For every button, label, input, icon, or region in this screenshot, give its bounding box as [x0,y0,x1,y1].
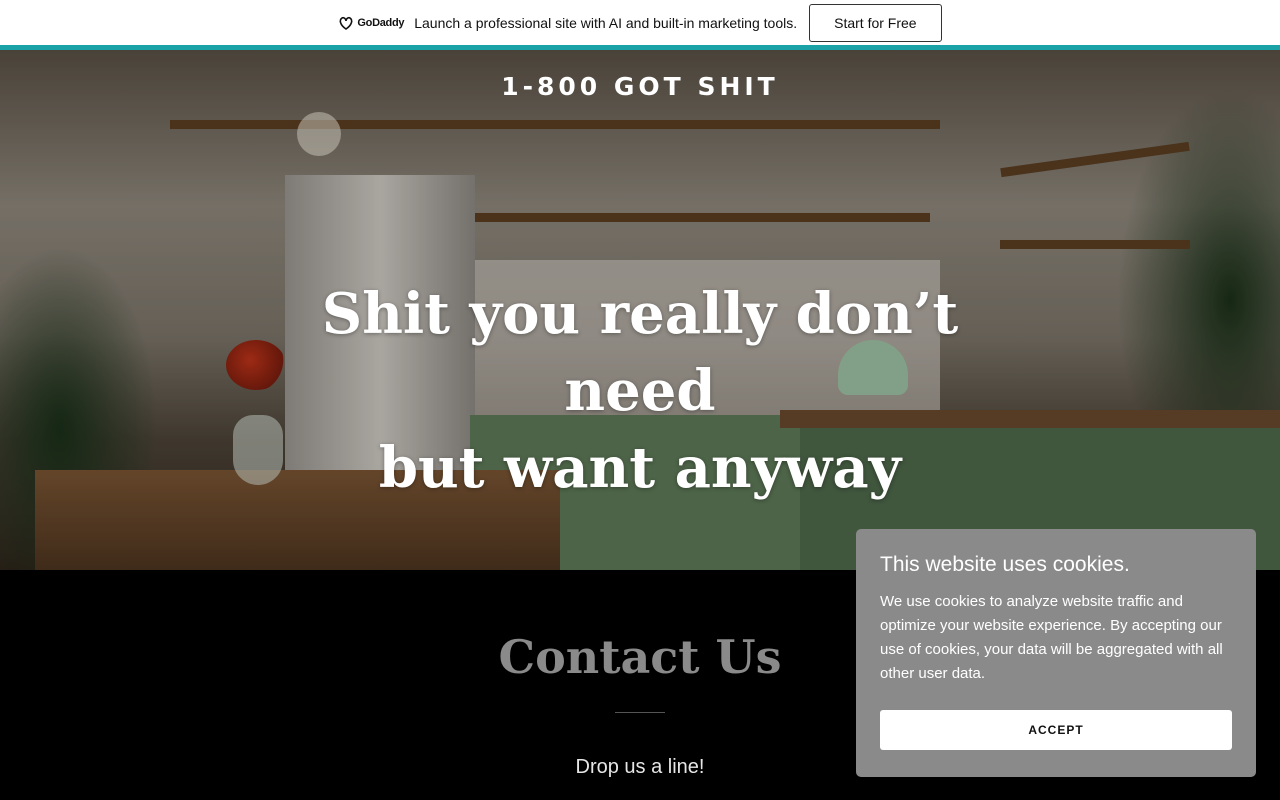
site-title[interactable]: 1-800 GOT SHIT [0,72,1280,101]
contact-divider [615,712,665,713]
start-for-free-button[interactable]: Start for Free [809,3,942,42]
promo-banner: GoDaddy Launch a professional site with … [0,0,1280,50]
hero-headline-line-2: but want anyway [378,435,902,501]
godaddy-logo-text: GoDaddy [357,16,405,29]
hero-headline-line-1: Shit you really don’t need [321,281,959,424]
cookie-banner-body: We use cookies to analyze website traffi… [880,593,1223,682]
cookie-banner-title: This website uses cookies. [880,553,1130,576]
godaddy-logo-icon [339,16,353,30]
accept-cookies-button[interactable]: ACCEPT [880,710,1232,750]
godaddy-logo[interactable]: GoDaddy [338,16,405,30]
cookie-banner: This website uses cookies. We use cookie… [856,529,1256,777]
promo-message: Launch a professional site with AI and b… [414,14,798,31]
hero-section: 1-800 GOT SHIT Shit you really don’t nee… [0,50,1280,570]
hero-headline: Shit you really don’t need but want anyw… [240,276,1040,507]
